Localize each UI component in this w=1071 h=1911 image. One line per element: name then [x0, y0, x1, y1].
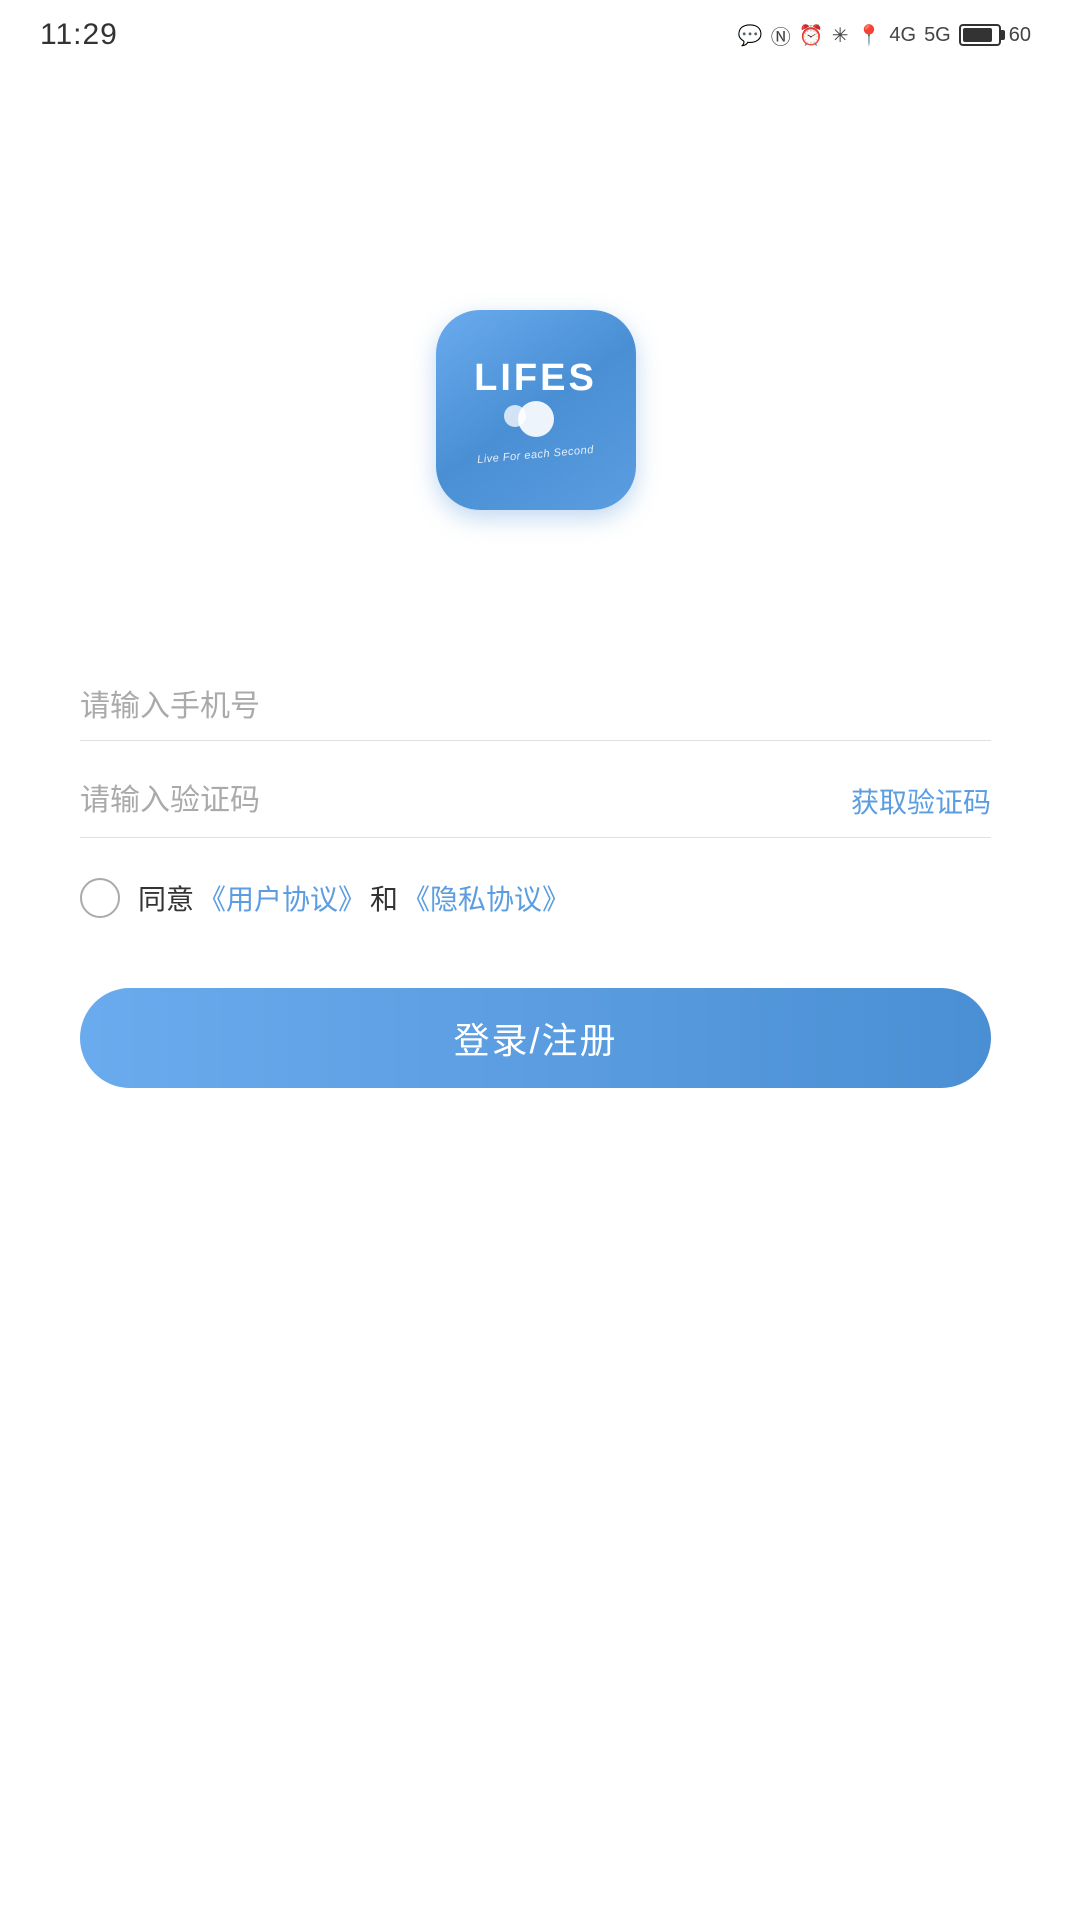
phone-input-row: [80, 670, 991, 741]
login-button[interactable]: 登录/注册: [80, 988, 991, 1088]
signal-4g-icon: 4G: [889, 24, 916, 47]
bluetooth-icon: ✳: [832, 23, 849, 48]
status-icons: 💬 Ⓝ ⏰ ✳ 📍 4G 5G 60: [738, 21, 1031, 50]
code-input-row: 获取验证码: [80, 761, 991, 838]
logo-text: LIFES: [474, 359, 597, 397]
battery-icon: [959, 24, 1001, 46]
status-time: 11:29: [40, 18, 118, 52]
main-container: LIFES Live For each Second 获取验证码: [0, 70, 1071, 1911]
code-input-group: 获取验证码: [80, 761, 991, 838]
agreement-text: 同意 《用户协议》 和 《隐私协议》: [138, 878, 570, 918]
code-input[interactable]: [80, 784, 851, 818]
battery-percent: 60: [1009, 24, 1031, 47]
get-code-button[interactable]: 获取验证码: [851, 781, 991, 821]
battery-fill: [963, 28, 992, 42]
agreement-and: 和: [370, 878, 398, 918]
location-icon: 📍: [856, 23, 881, 48]
alarm-icon: ⏰: [799, 23, 824, 48]
phone-input-group: [80, 670, 991, 741]
user-agreement-link[interactable]: 《用户协议》: [198, 878, 366, 918]
logo-big-circle: [518, 401, 554, 437]
phone-input[interactable]: [80, 690, 991, 724]
message-icon: 💬: [738, 23, 763, 48]
status-bar: 11:29 💬 Ⓝ ⏰ ✳ 📍 4G 5G 60: [0, 0, 1071, 70]
logo-area: LIFES Live For each Second: [436, 310, 636, 510]
privacy-agreement-link[interactable]: 《隐私协议》: [402, 878, 570, 918]
form-area: 获取验证码 同意 《用户协议》 和 《隐私协议》 登录/注册: [80, 670, 991, 1088]
logo-icon-circle: [504, 401, 568, 443]
app-logo: LIFES Live For each Second: [436, 310, 636, 510]
signal-5g-icon: 5G: [924, 24, 951, 47]
agreement-row: 同意 《用户协议》 和 《隐私协议》: [80, 878, 991, 918]
logo-tagline: Live For each Second: [477, 444, 595, 466]
nfc-icon: Ⓝ: [771, 21, 791, 50]
agreement-prefix: 同意: [138, 878, 194, 918]
agreement-radio[interactable]: [80, 878, 120, 918]
